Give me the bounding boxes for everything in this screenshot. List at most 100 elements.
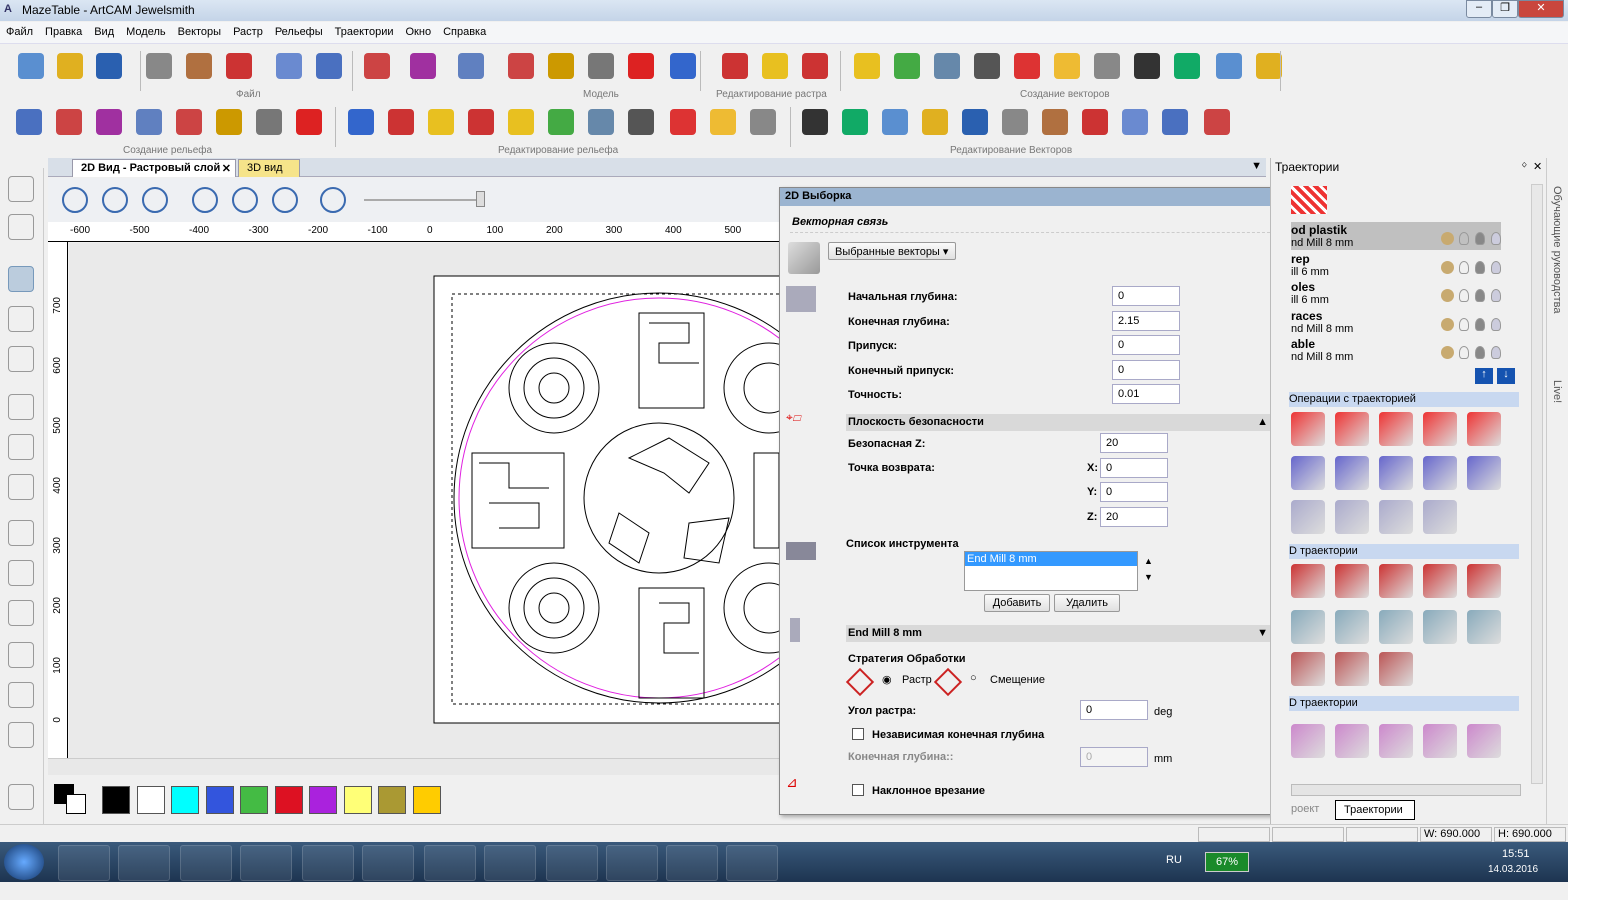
tool-button[interactable]	[8, 214, 34, 240]
move-down-button[interactable]: ↓	[1497, 368, 1515, 384]
toolbar-button[interactable]	[548, 109, 574, 135]
toolpath-operation-button[interactable]	[1423, 610, 1457, 644]
taskbar-app[interactable]	[546, 845, 598, 881]
toolpath-operation-button[interactable]	[1379, 564, 1413, 598]
toolpath-operation-button[interactable]	[1379, 456, 1413, 490]
toolbar-button[interactable]	[1162, 109, 1188, 135]
color-swatch[interactable]	[378, 786, 406, 814]
toolpath-operation-button[interactable]	[1467, 724, 1501, 758]
tool-button[interactable]	[8, 474, 34, 500]
taskbar-app[interactable]	[484, 845, 536, 881]
toolbar-button[interactable]	[16, 109, 42, 135]
close-button[interactable]: ✕	[1518, 0, 1564, 18]
toolpath-operation-button[interactable]	[1423, 564, 1457, 598]
toolbar-button[interactable]	[1094, 53, 1120, 79]
toolpath-item[interactable]: od plastik nd Mill 8 mm	[1291, 222, 1501, 250]
tab-3d-view[interactable]: 3D вид	[238, 159, 300, 177]
toolbar-button[interactable]	[96, 109, 122, 135]
toolbar-button[interactable]	[628, 109, 654, 135]
toolbar-button[interactable]	[508, 109, 534, 135]
bulb-gray-icon[interactable]	[1475, 317, 1485, 331]
zoom-slider[interactable]	[364, 199, 484, 201]
toolbar-button[interactable]	[410, 53, 436, 79]
color-swatch[interactable]	[240, 786, 268, 814]
toolbar-button[interactable]	[854, 53, 880, 79]
toolbar-button[interactable]	[750, 109, 776, 135]
bulb-outline-icon[interactable]	[1459, 289, 1469, 302]
toolbar-button[interactable]	[588, 53, 614, 79]
tool-button[interactable]	[8, 642, 34, 668]
panel-horizontal-scrollbar[interactable]	[1291, 784, 1521, 796]
toolbar-button[interactable]	[842, 109, 868, 135]
tool-button[interactable]	[8, 784, 34, 810]
tool-button[interactable]	[8, 560, 34, 586]
menu-item[interactable]: Растр	[227, 22, 269, 38]
zoom-tool-button[interactable]	[192, 187, 218, 213]
tab-tutorials[interactable]: Обучающие руководства	[1551, 186, 1563, 314]
home-y-input[interactable]: 0	[1100, 482, 1168, 502]
toolbar-button[interactable]	[1082, 109, 1108, 135]
tool-button[interactable]	[8, 266, 34, 292]
clock-date[interactable]: 14.03.2016	[1488, 864, 1538, 875]
toolbar-button[interactable]	[18, 53, 44, 79]
tool-button[interactable]	[8, 394, 34, 420]
pin-icon[interactable]: ᛜ	[1521, 160, 1528, 172]
toolpath-operation-button[interactable]	[1291, 500, 1325, 534]
toolpath-operation-button[interactable]	[1335, 610, 1369, 644]
color-swatch[interactable]	[274, 786, 303, 814]
bulb-light-icon[interactable]	[1491, 317, 1501, 331]
toolpath-operation-button[interactable]	[1423, 500, 1457, 534]
toolbar-button[interactable]	[1134, 53, 1160, 79]
toolbar-button[interactable]	[762, 53, 788, 79]
toolbar-button[interactable]	[1014, 53, 1040, 79]
minimize-button[interactable]: ‒	[1466, 0, 1492, 18]
menu-item[interactable]: Вид	[88, 22, 120, 38]
toolbar-button[interactable]	[722, 53, 748, 79]
toolpath-operation-button[interactable]	[1335, 564, 1369, 598]
maximize-button[interactable]: ❐	[1492, 0, 1518, 18]
toolbar-button[interactable]	[1042, 109, 1068, 135]
toolpath-operation-button[interactable]	[1291, 610, 1325, 644]
close-icon[interactable]: ✕	[1533, 160, 1542, 173]
toolpath-operation-button[interactable]	[1291, 564, 1325, 598]
bulb-outline-icon[interactable]	[1459, 317, 1469, 331]
move-down-icon[interactable]: ▼	[1144, 572, 1153, 582]
toolbar-button[interactable]	[1002, 109, 1028, 135]
toolbar-button[interactable]	[1256, 53, 1282, 79]
final-depth-input[interactable]: 0	[1080, 747, 1148, 767]
bulb-gray-icon[interactable]	[1475, 232, 1485, 245]
home-z-input[interactable]: 20	[1100, 507, 1168, 527]
toolpath-operation-button[interactable]	[1467, 564, 1501, 598]
tool-button[interactable]	[8, 722, 34, 748]
field-input[interactable]: 0	[1112, 286, 1180, 306]
toolpath-item[interactable]: rep ill 6 mm	[1291, 251, 1501, 279]
move-up-icon[interactable]: ▲	[1144, 556, 1153, 566]
toolpath-operation-button[interactable]	[1335, 412, 1369, 446]
zoom-tool-button[interactable]	[272, 187, 298, 213]
taskbar-app[interactable]	[424, 845, 476, 881]
taskbar-app[interactable]	[726, 845, 778, 881]
section-3d-toolpaths[interactable]: D траектории	[1289, 696, 1519, 711]
toolpath-operation-button[interactable]	[1379, 500, 1413, 534]
menu-item[interactable]: Векторы	[172, 22, 227, 38]
toolbar-button[interactable]	[802, 109, 828, 135]
toolpath-operation-button[interactable]	[1423, 412, 1457, 446]
toolpath-operation-button[interactable]	[1423, 724, 1457, 758]
background-color[interactable]	[66, 794, 86, 814]
toolpath-operation-button[interactable]	[1291, 724, 1325, 758]
toolbar-button[interactable]	[670, 53, 696, 79]
toolbar-button[interactable]	[57, 53, 83, 79]
tool-button[interactable]	[8, 434, 34, 460]
taskbar-app[interactable]	[118, 845, 170, 881]
toolbar-button[interactable]	[548, 53, 574, 79]
toolpath-operation-button[interactable]	[1291, 456, 1325, 490]
bulb-outline-icon[interactable]	[1459, 232, 1469, 245]
horizontal-scrollbar[interactable]	[48, 758, 780, 775]
field-input[interactable]: 0	[1112, 359, 1180, 380]
toolbar-button[interactable]	[628, 53, 654, 79]
tab-toolpaths[interactable]: Траектории	[1335, 800, 1415, 820]
toolbar-button[interactable]	[1174, 53, 1200, 79]
toolpath-operation-button[interactable]	[1467, 412, 1501, 446]
toolpath-item[interactable]: races nd Mill 8 mm	[1291, 308, 1501, 336]
menu-item[interactable]: Окно	[400, 22, 438, 38]
